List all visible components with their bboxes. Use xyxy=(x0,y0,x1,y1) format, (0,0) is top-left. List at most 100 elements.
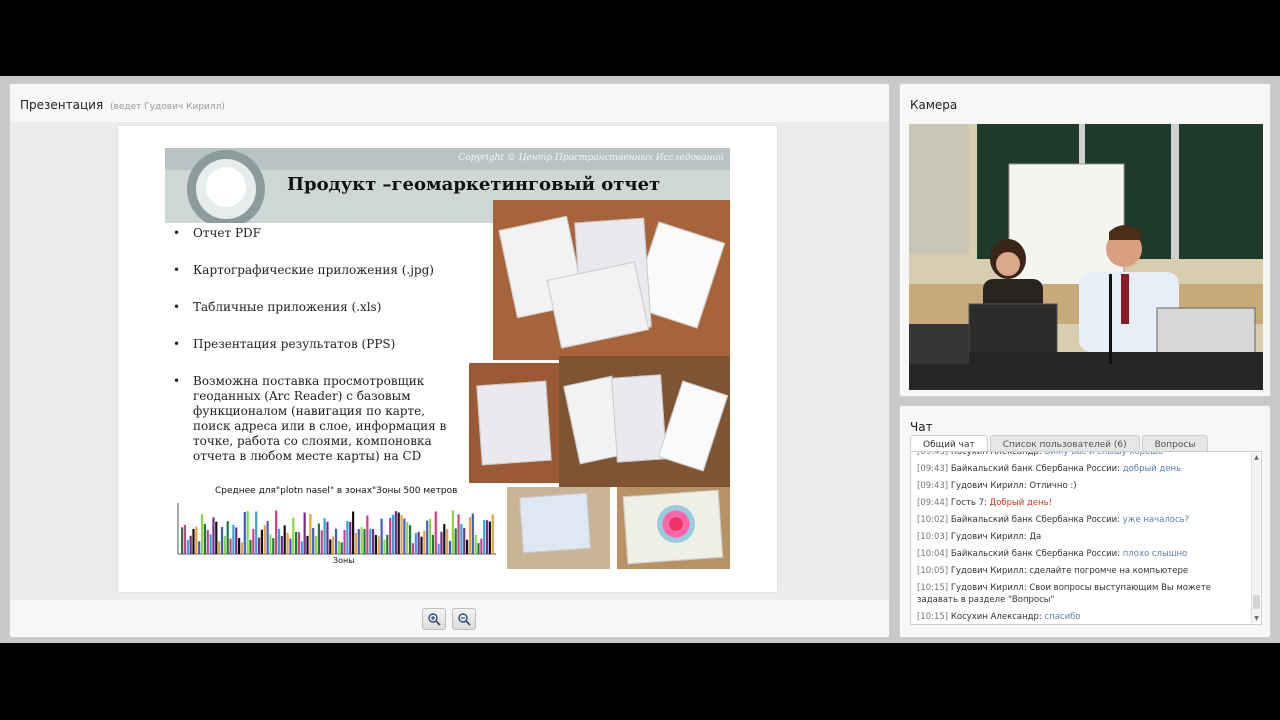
chart-bar xyxy=(218,541,221,554)
chart-bar xyxy=(426,520,429,554)
chart-bar xyxy=(363,529,366,554)
binder-photo xyxy=(469,363,559,483)
chart-bar xyxy=(354,532,358,554)
bullet-item: Возможна поставка просмотровщик геоданны… xyxy=(171,374,463,464)
chart-bar xyxy=(386,534,389,554)
chart-bar xyxy=(323,518,326,554)
slide-viewport: Copyright © Центр Пространственных Иссле… xyxy=(10,122,889,600)
chart-bar xyxy=(420,536,423,554)
chat-scrollbar[interactable]: ▲ ▼ xyxy=(1251,453,1260,623)
chart-bar xyxy=(434,511,437,554)
chart-bar xyxy=(289,538,292,554)
chart-bar xyxy=(286,532,289,554)
conference-stage: Презентация (ведет Гудович Кирилл) Copyr… xyxy=(0,76,1280,643)
message-time: [10:04] xyxy=(917,549,949,559)
chart-bar xyxy=(377,535,380,554)
message-author: Байкальский банк Сбербанка России: xyxy=(948,549,1123,559)
message-time: [10:15] xyxy=(917,583,949,593)
chart-bar xyxy=(255,511,258,554)
chart-bar xyxy=(189,535,192,554)
scroll-down-icon[interactable]: ▼ xyxy=(1253,615,1260,622)
chat-message: [10:15] Косухин Александр: спасибо xyxy=(917,611,1245,623)
chart-bar xyxy=(468,517,472,554)
chart-x-label: Зоны xyxy=(333,556,355,565)
chart-bar xyxy=(466,539,469,554)
slide-copyright: Copyright © Центр Пространственных Иссле… xyxy=(458,153,724,163)
chart-bar xyxy=(488,521,491,554)
message-author: Байкальский банк Сбербанка России: xyxy=(948,515,1123,525)
chart-bar xyxy=(457,514,460,554)
message-text: спасибо xyxy=(1044,612,1081,622)
chart-bar xyxy=(317,523,320,554)
chart-bar xyxy=(238,538,241,554)
chart-bar xyxy=(454,528,457,554)
message-author: Гудович Кирилл: xyxy=(948,532,1030,542)
message-author: Косухин Александр: xyxy=(948,451,1045,457)
chart-bar xyxy=(417,531,420,554)
scroll-up-icon[interactable]: ▲ xyxy=(1253,454,1260,461)
chart-bar xyxy=(423,530,426,554)
chart-bar xyxy=(334,528,338,554)
chart-bar xyxy=(260,529,263,554)
chart-bar xyxy=(192,528,195,554)
message-text: добрый день xyxy=(1122,464,1182,474)
chat-message: [10:05] Гудович Кирилл: сделайте погромч… xyxy=(917,565,1245,577)
zoom-in-icon xyxy=(428,613,441,626)
presentation-title: Презентация xyxy=(20,98,104,112)
chart-bar xyxy=(249,539,252,554)
chart-bar xyxy=(243,512,246,554)
camera-frame xyxy=(909,124,1263,390)
zoom-in-button[interactable] xyxy=(422,608,446,630)
chart-bar xyxy=(400,514,403,554)
scroll-thumb[interactable] xyxy=(1253,595,1260,609)
chart-bar xyxy=(240,542,244,554)
chart-bar xyxy=(383,539,386,554)
chat-messages-box[interactable]: [09:43] Косухин Александр: Вижу вас и сл… xyxy=(910,451,1262,625)
chart-bar xyxy=(198,541,201,554)
chart-bar xyxy=(235,527,238,554)
chart-bar xyxy=(209,534,212,554)
chat-message: [10:15] Гудович Кирилл: Свои вопросы выс… xyxy=(917,582,1245,606)
chart-bar xyxy=(277,528,281,554)
message-time: [10:03] xyxy=(917,532,949,542)
zoom-out-button[interactable] xyxy=(452,608,476,630)
chart-bar xyxy=(389,517,392,554)
chart-caption: Среднее для"plotn nasel" в зонах"Зоны 50… xyxy=(215,486,458,496)
chart-bar xyxy=(314,535,318,554)
bullet-item: Табличные приложения (.xls) xyxy=(171,300,463,315)
chart-bar xyxy=(380,518,383,554)
camera-video xyxy=(909,124,1263,390)
chart-bar xyxy=(280,536,283,554)
chart-bar xyxy=(297,532,301,554)
chat-message: [10:02] Байкальский банк Сбербанка Росси… xyxy=(917,514,1245,526)
message-time: [10:15] xyxy=(917,612,949,622)
presentation-panel: Презентация (ведет Гудович Кирилл) Copyr… xyxy=(9,83,890,638)
chart-bar xyxy=(446,529,449,554)
chart-bar xyxy=(215,521,218,554)
chat-message-list: [09:43] Косухин Александр: Вижу вас и сл… xyxy=(917,451,1245,624)
chat-panel: Чат Общий чат Список пользователей (6) В… xyxy=(899,405,1271,638)
bullet-item: Презентация результатов (PPS) xyxy=(171,337,463,352)
message-text: уже началось? xyxy=(1122,515,1190,525)
chart-bar xyxy=(332,536,335,554)
message-text: сделайте погромче на компьютере xyxy=(1029,566,1189,576)
chat-message: [10:03] Гудович Кирилл: Да xyxy=(917,531,1245,543)
chart-bar xyxy=(437,543,440,554)
message-author: Байкальский банк Сбербанка России: xyxy=(948,464,1123,474)
message-time: [09:43] xyxy=(917,451,949,457)
chat-title: Чат xyxy=(910,420,933,434)
bullet-item: Картографические приложения (.jpg) xyxy=(171,263,463,278)
chart-bar xyxy=(186,540,189,554)
camera-panel: Камера xyxy=(899,83,1271,397)
chat-message: [09:43] Байкальский банк Сбербанка Росси… xyxy=(917,463,1245,475)
chart-bar xyxy=(409,525,412,554)
chart-bar xyxy=(283,525,286,554)
message-author: Косухин Александр: xyxy=(948,612,1045,622)
chart-bar xyxy=(448,540,452,554)
slide: Copyright © Центр Пространственных Иссле… xyxy=(118,126,777,592)
chart-bar xyxy=(371,529,375,554)
chart-bar xyxy=(397,512,400,554)
message-text: Отлично :) xyxy=(1029,481,1077,491)
chart-bar xyxy=(471,513,474,554)
chart-bar xyxy=(477,543,480,554)
